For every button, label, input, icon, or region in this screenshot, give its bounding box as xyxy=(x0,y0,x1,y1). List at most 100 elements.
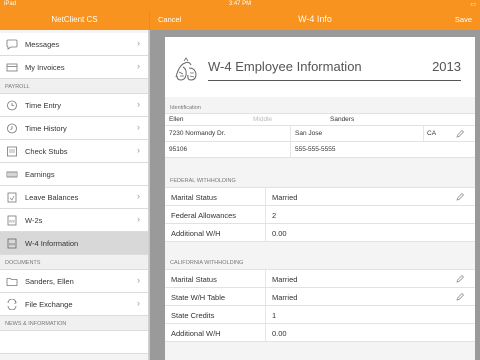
row-key: Additional W/H xyxy=(171,229,221,238)
chevron-right-icon: › xyxy=(137,122,140,132)
zip-field[interactable]: 95106 xyxy=(169,146,187,153)
federal-withholding-label: FEDERAL WITHHOLDING xyxy=(170,178,236,184)
sidebar-item-sanders-ellen[interactable]: Sanders, Ellen › xyxy=(0,270,148,293)
field-separator xyxy=(265,288,266,305)
pencil-icon[interactable] xyxy=(455,274,465,284)
invoice-icon xyxy=(6,63,18,72)
field-separator xyxy=(423,126,424,141)
sidebar-item-file-exchange[interactable]: File Exchange › xyxy=(0,293,148,316)
last-name-field[interactable]: Sanders xyxy=(330,116,354,123)
check-stub-icon xyxy=(7,146,17,157)
federal-allowances-row[interactable]: Federal Allowances 2 xyxy=(165,206,475,224)
sidebar-item-label: Messages xyxy=(25,40,60,49)
section-header-documents: DOCUMENTS xyxy=(0,255,148,270)
pencil-icon[interactable] xyxy=(455,129,465,139)
chevron-right-icon: › xyxy=(137,191,140,201)
row-key: State W/H Table xyxy=(171,293,226,302)
state-additional-wh-row[interactable]: Additional W/H 0.00 xyxy=(165,324,475,342)
row-value: 0.00 xyxy=(272,329,287,338)
federal-marital-status-row[interactable]: Marital Status Married xyxy=(165,188,475,206)
sidebar-item-earnings[interactable]: Earnings xyxy=(0,163,148,186)
row-value: 0.00 xyxy=(272,229,287,238)
chevron-right-icon: › xyxy=(137,99,140,109)
row-value: Married xyxy=(272,193,298,202)
field-separator xyxy=(265,324,266,341)
w2-document-icon: W2 xyxy=(7,215,17,226)
form-title: W-4 Employee Information xyxy=(208,59,362,74)
name-row: Ellen Middle Sanders xyxy=(165,114,475,126)
detail-header: Cancel W-4 Info Save xyxy=(150,10,480,30)
section-header-payroll: PAYROLL xyxy=(0,79,148,94)
row-key: State Credits xyxy=(171,311,215,320)
status-bar: iPad 3:47 PM ▭ xyxy=(0,0,480,10)
middle-name-field[interactable]: Middle xyxy=(253,116,272,123)
save-button[interactable]: Save xyxy=(455,15,472,24)
phone-field[interactable]: 555-555-5555 xyxy=(295,146,335,153)
sidebar-item-check-stubs[interactable]: Check Stubs › xyxy=(0,140,148,163)
svg-text:W4: W4 xyxy=(9,242,16,247)
chevron-right-icon: › xyxy=(137,298,140,308)
field-separator xyxy=(290,142,291,157)
clock-history-icon xyxy=(7,123,17,134)
sidebar-item-label: Check Stubs xyxy=(25,147,68,156)
field-separator xyxy=(265,306,266,323)
identification-section: Ellen Middle Sanders 7230 Normandy Dr. S… xyxy=(165,113,475,158)
clock: 3:47 PM xyxy=(228,1,252,7)
leave-icon xyxy=(7,192,17,203)
address-field[interactable]: 7230 Normandy Dr. xyxy=(169,130,225,137)
sidebar-item-my-invoices[interactable]: My Invoices › xyxy=(0,56,148,79)
sidebar-item-time-history[interactable]: Time History › xyxy=(0,117,148,140)
sidebar-item-label: Time History xyxy=(25,124,67,133)
sidebar-item-label: W-2s xyxy=(25,216,43,225)
sidebar-item-leave-balances[interactable]: Leave Balances › xyxy=(0,186,148,209)
row-key: Additional W/H xyxy=(171,329,221,338)
sidebar-item-w2s[interactable]: W2 W-2s › xyxy=(0,209,148,232)
sidebar-item-label: Earnings xyxy=(25,170,55,179)
state-marital-status-row[interactable]: Marital Status Married xyxy=(165,270,475,288)
contact-row: 95106 555-555-5555 xyxy=(165,142,475,158)
first-name-field[interactable]: Ellen xyxy=(169,116,183,123)
sidebar-item-time-entry[interactable]: Time Entry › xyxy=(0,94,148,117)
sidebar-item-w4-information[interactable]: W4 W-4 Information xyxy=(0,232,148,255)
city-field[interactable]: San Jose xyxy=(295,130,322,137)
sidebar-header: NetClient CS xyxy=(0,10,149,30)
california-withholding-label: CALIFORNIA WITHHOLDING xyxy=(170,260,244,266)
section-header-news: NEWS & INFORMATION xyxy=(0,316,148,331)
w4-logo-icon xyxy=(175,57,197,81)
state-field[interactable]: CA xyxy=(427,130,436,137)
sidebar-item-label: Leave Balances xyxy=(25,193,79,202)
state-credits-row[interactable]: State Credits 1 xyxy=(165,306,475,324)
chevron-right-icon: › xyxy=(137,61,140,71)
w4-document-icon: W4 xyxy=(7,238,17,249)
row-key: Federal Allowances xyxy=(171,211,237,220)
federal-additional-wh-row[interactable]: Additional W/H 0.00 xyxy=(165,224,475,242)
clock-icon xyxy=(7,100,17,111)
row-key: Marital Status xyxy=(171,193,217,202)
field-separator xyxy=(265,270,266,287)
address-row: 7230 Normandy Dr. San Jose CA xyxy=(165,126,475,142)
pencil-icon[interactable] xyxy=(455,292,465,302)
sidebar-item-label: Time Entry xyxy=(25,101,61,110)
sidebar-item-messages[interactable]: Messages › xyxy=(0,33,148,56)
row-value: 2 xyxy=(272,211,277,220)
sidebar-item-label: My Invoices xyxy=(25,63,65,72)
chevron-right-icon: › xyxy=(137,38,140,48)
battery-icon: ▭ xyxy=(470,2,476,8)
sidebar-item-news[interactable] xyxy=(0,331,148,354)
pencil-icon[interactable] xyxy=(455,192,465,202)
title-underline xyxy=(208,80,461,81)
row-value: Married xyxy=(272,293,298,302)
earnings-icon xyxy=(6,171,18,178)
row-value: Married xyxy=(272,275,298,284)
identification-label: Identification xyxy=(170,105,201,111)
w4-form-card: W-4 Employee Information 2013 Identifica… xyxy=(165,37,475,360)
detail-panel: W-4 Employee Information 2013 Identifica… xyxy=(150,30,480,360)
row-key: Marital Status xyxy=(171,275,217,284)
sidebar-item-label: Sanders, Ellen xyxy=(25,277,74,286)
app-title: NetClient CS xyxy=(51,15,98,24)
state-wh-table-row[interactable]: State W/H Table Married xyxy=(165,288,475,306)
sidebar: Messages › My Invoices › PAYROLL Time En… xyxy=(0,30,149,360)
field-separator xyxy=(265,224,266,241)
field-separator xyxy=(290,126,291,141)
row-value: 1 xyxy=(272,311,277,320)
